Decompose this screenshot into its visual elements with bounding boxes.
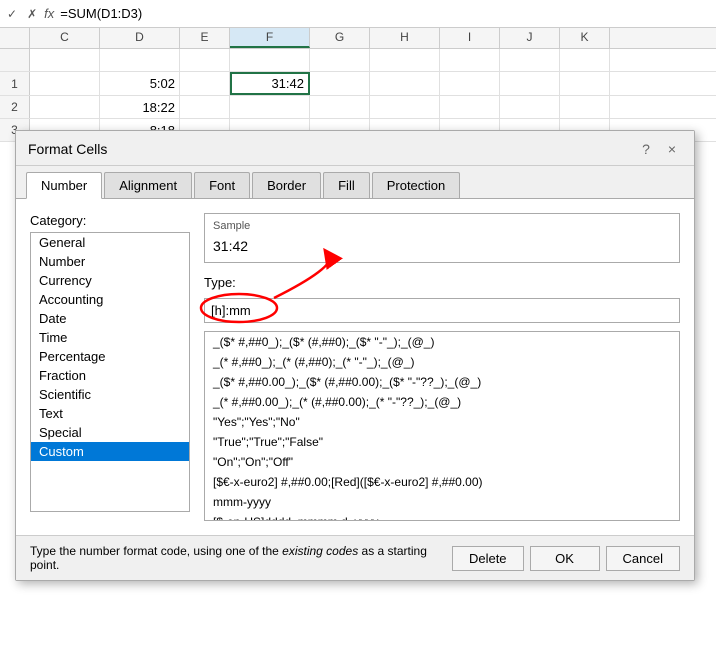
type-input[interactable] (204, 298, 680, 323)
category-number[interactable]: Number (31, 252, 189, 271)
type-input-wrapper (204, 298, 680, 323)
category-time[interactable]: Time (31, 328, 189, 347)
format-item[interactable]: [$€-x-euro2] #,##0.00;[Red]([$€-x-euro2]… (205, 472, 679, 492)
format-list[interactable]: _($* #,##0_);_($* (#,##0);_($* "-"_);_(@… (204, 331, 680, 521)
tab-protection[interactable]: Protection (372, 172, 461, 198)
category-fraction[interactable]: Fraction (31, 366, 189, 385)
format-item[interactable]: "True";"True";"False" (205, 432, 679, 452)
category-panel: Category: General Number Currency Accoun… (30, 213, 190, 521)
category-custom[interactable]: Custom (31, 442, 189, 461)
footer-hint: Type the number format code, using one o… (30, 544, 452, 572)
category-general[interactable]: General (31, 233, 189, 252)
dialog-close-button[interactable]: × (662, 139, 682, 159)
sample-box: Sample 31:42 (204, 213, 680, 263)
category-currency[interactable]: Currency (31, 271, 189, 290)
delete-button[interactable]: Delete (452, 546, 524, 571)
tab-number[interactable]: Number (26, 172, 102, 199)
format-item[interactable]: _($* #,##0_);_($* (#,##0);_($* "-"_);_(@… (205, 332, 679, 352)
dialog-body: Category: General Number Currency Accoun… (16, 198, 694, 535)
category-label: Category: (30, 213, 190, 228)
dialog-footer: Type the number format code, using one o… (16, 535, 694, 580)
format-item[interactable]: mmm-yyyy (205, 492, 679, 512)
format-cells-dialog: Format Cells ? × Number Alignment Font B… (15, 130, 695, 581)
format-item[interactable]: _(* #,##0.00_);_(* (#,##0.00);_(* "-"??_… (205, 392, 679, 412)
tab-fill[interactable]: Fill (323, 172, 370, 198)
format-item[interactable]: _(* #,##0_);_(* (#,##0);_(* "-"_);_(@_) (205, 352, 679, 372)
right-panel: Sample 31:42 Type: (204, 213, 680, 521)
category-list[interactable]: General Number Currency Accounting Date … (30, 232, 190, 512)
dialog-help-button[interactable]: ? (636, 139, 656, 159)
tab-alignment[interactable]: Alignment (104, 172, 192, 198)
category-accounting[interactable]: Accounting (31, 290, 189, 309)
ok-button[interactable]: OK (530, 546, 600, 571)
dialog-title-controls: ? × (636, 139, 682, 159)
format-item[interactable]: "On";"On";"Off" (205, 452, 679, 472)
format-item[interactable]: "Yes";"Yes";"No" (205, 412, 679, 432)
category-text[interactable]: Text (31, 404, 189, 423)
dialog-overlay: Format Cells ? × Number Alignment Font B… (0, 0, 716, 657)
category-special[interactable]: Special (31, 423, 189, 442)
category-scientific[interactable]: Scientific (31, 385, 189, 404)
category-percentage[interactable]: Percentage (31, 347, 189, 366)
tab-font[interactable]: Font (194, 172, 250, 198)
dialog-title-bar: Format Cells ? × (16, 131, 694, 166)
dialog-tabs: Number Alignment Font Border Fill Protec… (16, 166, 694, 198)
footer-buttons: Delete OK Cancel (452, 546, 680, 571)
format-item[interactable]: [$-en-US]dddd, mmmm d, yyyy (205, 512, 679, 521)
sample-value: 31:42 (213, 236, 671, 256)
format-item[interactable]: _($* #,##0.00_);_($* (#,##0.00);_($* "-"… (205, 372, 679, 392)
type-label: Type: (204, 275, 680, 290)
dialog-title: Format Cells (28, 141, 107, 157)
tab-border[interactable]: Border (252, 172, 321, 198)
cancel-button[interactable]: Cancel (606, 546, 680, 571)
sample-label: Sample (213, 220, 671, 232)
category-date[interactable]: Date (31, 309, 189, 328)
